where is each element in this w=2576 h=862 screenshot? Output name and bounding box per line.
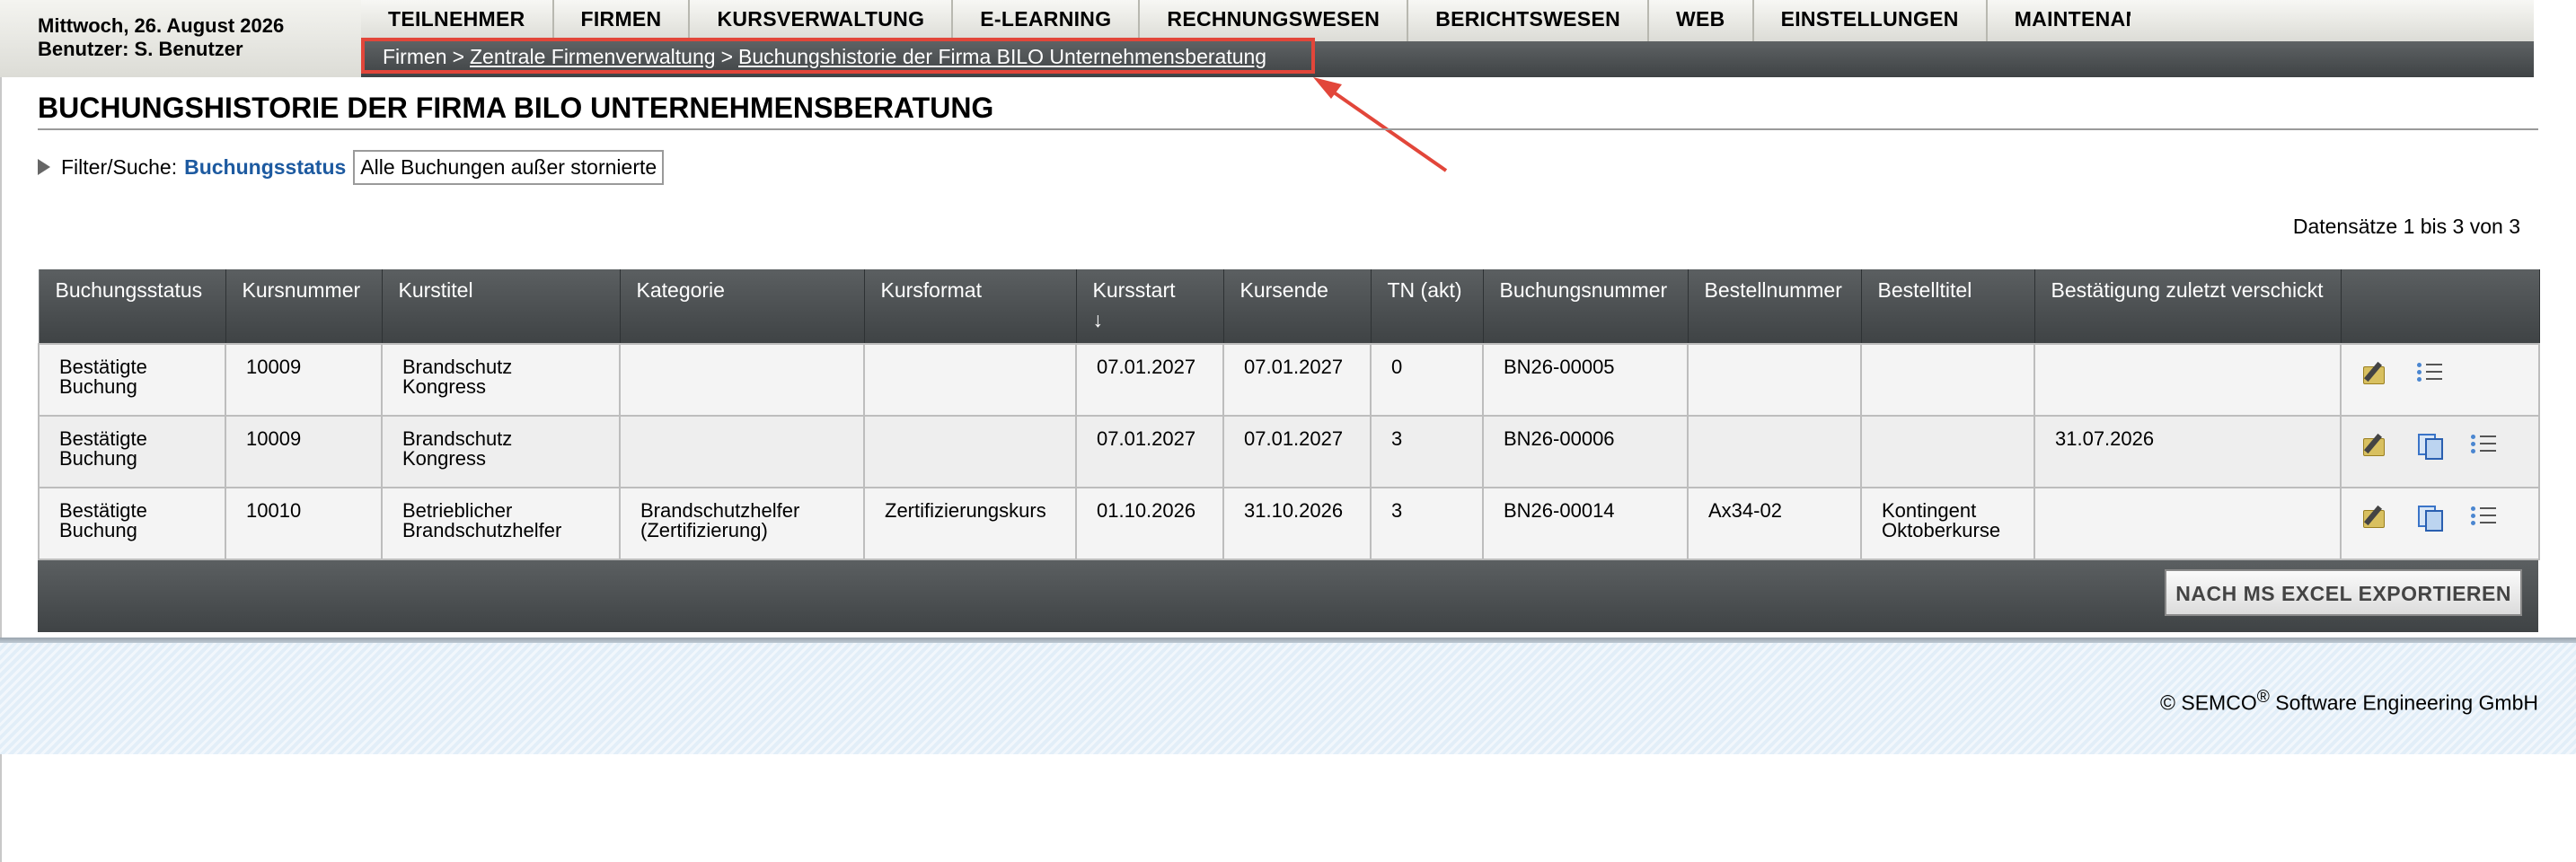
edit-icon[interactable]: [2361, 503, 2388, 530]
table-row: Bestätigte Buchung 10009 Brandschutz Kon…: [38, 343, 2540, 417]
table-footer: NACH MS EXCEL EXPORTIEREN: [38, 560, 2538, 632]
nav-e-learning[interactable]: E-LEARNING: [953, 0, 1141, 41]
cell-status: Bestätigte Buchung: [38, 343, 226, 417]
breadcrumb-separator: >: [452, 45, 464, 68]
col-kursnummer[interactable]: Kursnummer: [225, 269, 383, 344]
cell-kursnummer: 10009: [225, 415, 383, 488]
nav-teilnehmer[interactable]: TEILNEHMER: [361, 0, 554, 41]
cell-bestellnummer: [1687, 343, 1862, 417]
cell-bestaetigung: 31.07.2026: [2033, 415, 2342, 488]
export-excel-button[interactable]: NACH MS EXCEL EXPORTIEREN: [2165, 569, 2522, 616]
table-row: Bestätigte Buchung 10010 Betrieblicher B…: [38, 487, 2540, 560]
nav-firmen[interactable]: FIRMEN: [553, 0, 691, 41]
cell-kursstart: 07.01.2027: [1075, 343, 1224, 417]
cell-bestellnummer: Ax34-02: [1687, 487, 1862, 560]
cell-tn: 3: [1370, 487, 1484, 560]
nav-kursverwaltung[interactable]: KURSVERWALTUNG: [690, 0, 954, 41]
col-buchungsstatus[interactable]: Buchungsstatus: [38, 269, 226, 344]
cell-kategorie: [619, 415, 865, 488]
cell-bestelltitel: [1860, 343, 2035, 417]
cell-status: Bestätigte Buchung: [38, 415, 226, 488]
col-kursstart[interactable]: Kursstart ↓: [1075, 269, 1224, 344]
edit-icon[interactable]: [2361, 431, 2388, 458]
breadcrumb-firmen: Firmen: [383, 45, 447, 68]
nav-einstellungen[interactable]: EINSTELLUNGEN: [1753, 0, 1988, 41]
cell-kurstitel: Brandschutz Kongress: [381, 415, 621, 488]
nav-rechnungswesen[interactable]: RECHNUNGSWESEN: [1140, 0, 1409, 41]
table-row: Bestätigte Buchung 10009 Brandschutz Kon…: [38, 415, 2540, 488]
cell-kursnummer: 10010: [225, 487, 383, 560]
breadcrumb: Firmen > Zentrale Firmenverwaltung > Buchung…: [361, 38, 1315, 74]
nav-berichtswesen[interactable]: BERICHTSWESEN: [1408, 0, 1649, 41]
page-title: BUCHUNGSHISTORIE DER FIRMA BILO UNTERNEH…: [38, 92, 994, 124]
col-tn-akt[interactable]: TN (akt): [1370, 269, 1484, 344]
cell-actions: [2340, 415, 2540, 488]
cell-kurstitel: Betrieblicher Brandschutzhelfer: [381, 487, 621, 560]
cell-buchungsnummer: BN26-00005: [1482, 343, 1689, 417]
main-nav: TEILNEHMER FIRMEN KURSVERWALTUNG E-LEARN…: [361, 0, 2199, 41]
cell-kursende: 07.01.2027: [1222, 343, 1372, 417]
list-details-icon[interactable]: [2469, 431, 2496, 458]
filter-label: Filter/Suche:: [61, 154, 178, 179]
sort-down-icon: ↓: [1092, 308, 1104, 331]
col-bestaetigung[interactable]: Bestätigung zuletzt verschickt: [2033, 269, 2342, 344]
nav-web[interactable]: WEB: [1649, 0, 1754, 41]
cell-bestellnummer: [1687, 415, 1862, 488]
cell-actions: [2340, 343, 2540, 417]
copy-documents-icon[interactable]: [2415, 503, 2443, 532]
registered-mark: ®: [2256, 688, 2270, 707]
cell-kursformat: [863, 415, 1077, 488]
current-date: Mittwoch, 26. August 2026: [38, 14, 285, 37]
nav-filler: [2130, 0, 2534, 41]
cell-tn: 0: [1370, 343, 1484, 417]
breadcrumb-buchungshistorie[interactable]: Buchungshistorie der Firma BILO Unterneh…: [738, 45, 1266, 68]
col-kursende[interactable]: Kursende: [1222, 269, 1372, 344]
cell-buchungsnummer: BN26-00014: [1482, 487, 1689, 560]
cell-kategorie: Brandschutzhelfer (Zertifizierung): [619, 487, 865, 560]
cell-kategorie: [619, 343, 865, 417]
cell-bestelltitel: [1860, 415, 2035, 488]
title-divider: [38, 128, 2538, 130]
list-details-icon[interactable]: [2415, 359, 2442, 386]
filter-key-buchungsstatus[interactable]: Buchungsstatus: [184, 155, 346, 180]
filter-row: Filter/Suche: Buchungsstatus Alle Buchun…: [38, 149, 665, 185]
edit-icon[interactable]: [2361, 359, 2388, 386]
col-kursformat[interactable]: Kursformat: [863, 269, 1077, 344]
cell-bestaetigung: [2033, 343, 2342, 417]
copyright-suffix: Software Engineering GmbH: [2269, 690, 2538, 715]
cell-bestaetigung: [2033, 487, 2342, 560]
col-kategorie[interactable]: Kategorie: [619, 269, 865, 344]
cell-kursende: 31.10.2026: [1222, 487, 1372, 560]
col-bestellnummer[interactable]: Bestellnummer: [1687, 269, 1862, 344]
breadcrumb-separator: >: [720, 45, 733, 68]
cell-kursformat: Zertifizierungskurs: [863, 487, 1077, 560]
copyright: © SEMCO® Software Engineering GmbH: [2160, 688, 2538, 716]
cell-actions: [2340, 487, 2540, 560]
cell-kursende: 07.01.2027: [1222, 415, 1372, 488]
col-bestelltitel[interactable]: Bestelltitel: [1860, 269, 2035, 344]
cell-tn: 3: [1370, 415, 1484, 488]
cell-kursstart: 01.10.2026: [1075, 487, 1224, 560]
current-user: Benutzer: S. Benutzer: [38, 38, 243, 60]
triangle-right-icon[interactable]: [38, 159, 50, 175]
breadcrumb-zentrale-firmenverwaltung[interactable]: Zentrale Firmenverwaltung: [470, 45, 716, 68]
cell-kurstitel: Brandschutz Kongress: [381, 343, 621, 417]
col-actions: [2340, 269, 2540, 344]
booking-table: Buchungsstatus Kursnummer Kurstitel Kate…: [38, 269, 2540, 632]
cell-kursformat: [863, 343, 1077, 417]
copyright-prefix: © SEMCO: [2160, 690, 2257, 715]
cell-kursnummer: 10009: [225, 343, 383, 417]
col-kurstitel[interactable]: Kurstitel: [381, 269, 621, 344]
cell-buchungsnummer: BN26-00006: [1482, 415, 1689, 488]
copy-documents-icon[interactable]: [2415, 431, 2443, 460]
cell-status: Bestätigte Buchung: [38, 487, 226, 560]
col-buchungsnummer[interactable]: Buchungsnummer: [1482, 269, 1689, 344]
header-info: Mittwoch, 26. August 2026 Benutzer: S. B…: [0, 0, 361, 77]
cell-bestelltitel: Kontingent Oktoberkurse: [1860, 487, 2035, 560]
col-kursstart-label: Kursstart: [1092, 278, 1176, 302]
list-details-icon[interactable]: [2469, 503, 2496, 530]
cell-kursstart: 07.01.2027: [1075, 415, 1224, 488]
filter-value[interactable]: Alle Buchungen außer stornierte: [353, 149, 665, 185]
record-count: Datensätze 1 bis 3 von 3: [2292, 215, 2520, 238]
